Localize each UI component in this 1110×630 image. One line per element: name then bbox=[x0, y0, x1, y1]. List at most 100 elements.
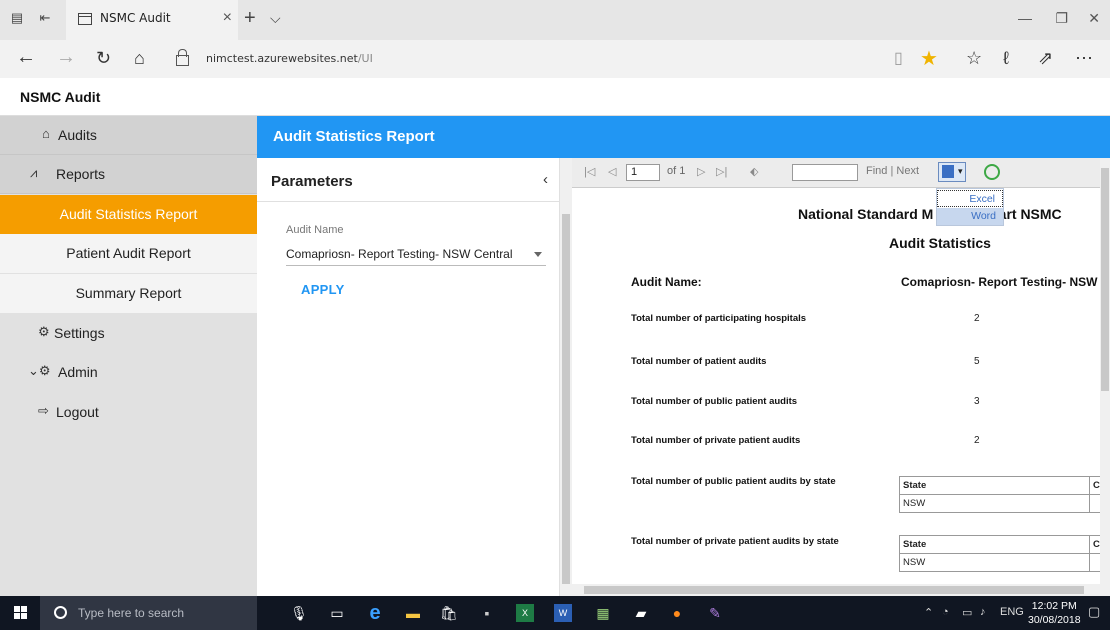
new-tab-icon[interactable]: + bbox=[244, 7, 256, 30]
report-vertical-scrollbar[interactable] bbox=[1100, 158, 1110, 596]
share-icon[interactable]: ⇗ bbox=[1038, 48, 1053, 69]
sidebar-item-reports[interactable]: ⩘ Reports bbox=[0, 155, 257, 194]
sidebar-item-audit-statistics-report[interactable]: Audit Statistics Report bbox=[0, 195, 257, 234]
export-word-option[interactable]: Word bbox=[937, 208, 1003, 225]
admin-icon: ⌄⚙ bbox=[28, 363, 51, 378]
stat-row: Total number of participating hospitals … bbox=[631, 313, 980, 324]
windows-taskbar: Type here to search 🎙 ▭ e ▬ 🛍 ▪ X W ▦ ▰ … bbox=[0, 596, 1110, 630]
app-icon[interactable]: ▦ bbox=[594, 604, 612, 622]
edge-icon[interactable]: e bbox=[366, 603, 384, 623]
logout-icon: ⇨ bbox=[38, 403, 49, 418]
paint-icon[interactable]: ✎ bbox=[706, 604, 724, 622]
first-page-icon[interactable]: |◁ bbox=[584, 165, 595, 178]
browser-tab-bar: ▤ ⇤ NSMC Audit × + ⌵ — ❐ ✕ bbox=[0, 0, 1110, 40]
battery-icon[interactable]: ▭ bbox=[962, 606, 972, 619]
sidebar-item-patient-audit-report[interactable]: Patient Audit Report bbox=[0, 234, 257, 273]
file-explorer-icon[interactable]: ▬ bbox=[404, 604, 422, 622]
back-to-parent-icon[interactable]: ⬖ bbox=[750, 165, 758, 178]
favorite-star-icon[interactable]: ★ bbox=[920, 46, 938, 71]
notifications-icon[interactable]: ▢ bbox=[1088, 604, 1100, 620]
sidebar-item-settings[interactable]: ⚙ Settings bbox=[0, 314, 257, 353]
previous-page-icon[interactable]: ◁ bbox=[608, 165, 616, 178]
report-page: National Standard M Chart NSMC Audit Sta… bbox=[572, 189, 1100, 584]
scrollbar-thumb[interactable] bbox=[1101, 168, 1109, 391]
firefox-icon[interactable]: ● bbox=[668, 604, 686, 622]
sidebar-item-audits[interactable]: ⌂ Audits bbox=[0, 116, 257, 155]
scrollbar-thumb[interactable] bbox=[584, 586, 1084, 594]
apply-button[interactable]: APPLY bbox=[301, 282, 345, 297]
parameters-panel: Parameters ‹ Audit Name Comapriosn- Repo… bbox=[257, 158, 560, 596]
pen-icon[interactable]: ℓ bbox=[1003, 48, 1009, 69]
excel-icon[interactable]: X bbox=[516, 604, 534, 622]
sidebar-item-admin[interactable]: ⌄⚙ Admin bbox=[0, 353, 257, 392]
table-header: Cc bbox=[1090, 477, 1100, 495]
chevron-down-icon[interactable]: ⌵ bbox=[270, 10, 281, 27]
audit-name-select[interactable]: Comapriosn- Report Testing- NSW Central bbox=[286, 242, 546, 266]
audit-name-value: Comapriosn- Report Testing- NSW C bbox=[901, 275, 1100, 289]
page-count: of 1 bbox=[667, 165, 686, 177]
export-excel-option[interactable]: Excel bbox=[937, 190, 1003, 207]
page-header: Audit Statistics Report bbox=[257, 116, 1110, 158]
report-horizontal-scrollbar[interactable] bbox=[572, 584, 1100, 596]
next-link[interactable]: Next bbox=[896, 165, 919, 177]
back-icon[interactable]: ← bbox=[16, 46, 36, 69]
table-header: Cc bbox=[1090, 536, 1100, 554]
find-input[interactable] bbox=[792, 164, 858, 181]
table-cell bbox=[1090, 495, 1100, 513]
show-hidden-icons-icon[interactable]: ⌃ bbox=[924, 606, 933, 619]
stat-row: Total number of private patient audits 2 bbox=[631, 435, 980, 446]
table-cell bbox=[1090, 554, 1100, 572]
word-icon[interactable]: W bbox=[554, 604, 572, 622]
volume-icon[interactable]: ♪ bbox=[980, 606, 986, 618]
sidebar-item-logout[interactable]: ⇨ Logout bbox=[0, 393, 257, 432]
taskbar-search[interactable]: Type here to search bbox=[40, 596, 257, 630]
report-toolbar: |◁ ◁ 1 of 1 ▷ ▷| ⬖ Find | Next ▾ bbox=[572, 158, 1110, 188]
forward-icon[interactable]: → bbox=[56, 46, 76, 69]
close-window-icon[interactable]: ✕ bbox=[1088, 10, 1100, 27]
chevron-down-icon: ▾ bbox=[958, 166, 963, 176]
language-indicator[interactable]: ENG bbox=[1000, 606, 1024, 618]
restore-icon[interactable]: ❐ bbox=[1055, 10, 1068, 27]
home-icon: ⌂ bbox=[42, 126, 50, 141]
scrollbar-thumb[interactable] bbox=[562, 214, 570, 584]
page-icon bbox=[78, 13, 92, 25]
collapse-panel-icon[interactable]: ‹ bbox=[543, 171, 548, 188]
address-bar: ← → ↻ ⌂ nimctest.azurewebsites.net/UI ▯ … bbox=[0, 40, 1110, 78]
more-icon[interactable]: ⋯ bbox=[1075, 48, 1093, 69]
sticky-notes-icon[interactable]: ▰ bbox=[632, 604, 650, 622]
stat-row: Total number of patient audits 5 bbox=[631, 356, 980, 367]
sidebar-item-summary-report[interactable]: Summary Report bbox=[0, 274, 257, 313]
terminal-icon[interactable]: ▪ bbox=[478, 604, 496, 622]
store-icon[interactable]: 🛍 bbox=[440, 604, 458, 622]
browser-tab[interactable]: NSMC Audit × bbox=[66, 0, 238, 40]
favorites-hub-icon[interactable]: ☆ bbox=[966, 48, 982, 69]
tab-preview-icon[interactable]: ⇤ bbox=[38, 11, 52, 25]
home-icon[interactable]: ⌂ bbox=[134, 48, 145, 69]
last-page-icon[interactable]: ▷| bbox=[716, 165, 727, 178]
microphone-icon[interactable]: 🎙 bbox=[290, 604, 308, 622]
task-view-icon[interactable]: ▭ bbox=[328, 604, 346, 622]
table-header: State bbox=[900, 477, 1090, 495]
clock[interactable]: 12:02 PM 30/08/2018 bbox=[1028, 599, 1081, 627]
gears-icon: ⚙ bbox=[38, 324, 50, 339]
audit-name-label: Audit Name bbox=[286, 224, 344, 236]
refresh-icon[interactable]: ↻ bbox=[96, 48, 111, 69]
stat-row: Total number of public patient audits 3 bbox=[631, 396, 980, 407]
network-icon[interactable]: ◔ bbox=[942, 606, 949, 618]
windows-start-icon[interactable] bbox=[14, 606, 28, 620]
page-number-input[interactable]: 1 bbox=[626, 164, 660, 181]
next-page-icon[interactable]: ▷ bbox=[697, 165, 705, 178]
parameters-scrollbar[interactable] bbox=[560, 158, 572, 596]
close-tab-icon[interactable]: × bbox=[223, 9, 232, 27]
reading-view-icon[interactable]: ▯ bbox=[894, 48, 903, 68]
chart-line-icon: ⩘ bbox=[30, 165, 38, 180]
find-link[interactable]: Find bbox=[866, 165, 887, 177]
dropdown-caret-icon bbox=[534, 252, 542, 257]
export-button[interactable]: ▾ bbox=[938, 162, 966, 182]
url-field[interactable]: nimctest.azurewebsites.net/UI bbox=[206, 52, 373, 65]
minimize-icon[interactable]: — bbox=[1018, 10, 1032, 26]
tab-actions-icon[interactable]: ▤ bbox=[10, 11, 24, 25]
lock-icon bbox=[176, 49, 189, 66]
refresh-report-icon[interactable] bbox=[984, 164, 1000, 180]
report-subtitle: Audit Statistics bbox=[889, 235, 991, 251]
